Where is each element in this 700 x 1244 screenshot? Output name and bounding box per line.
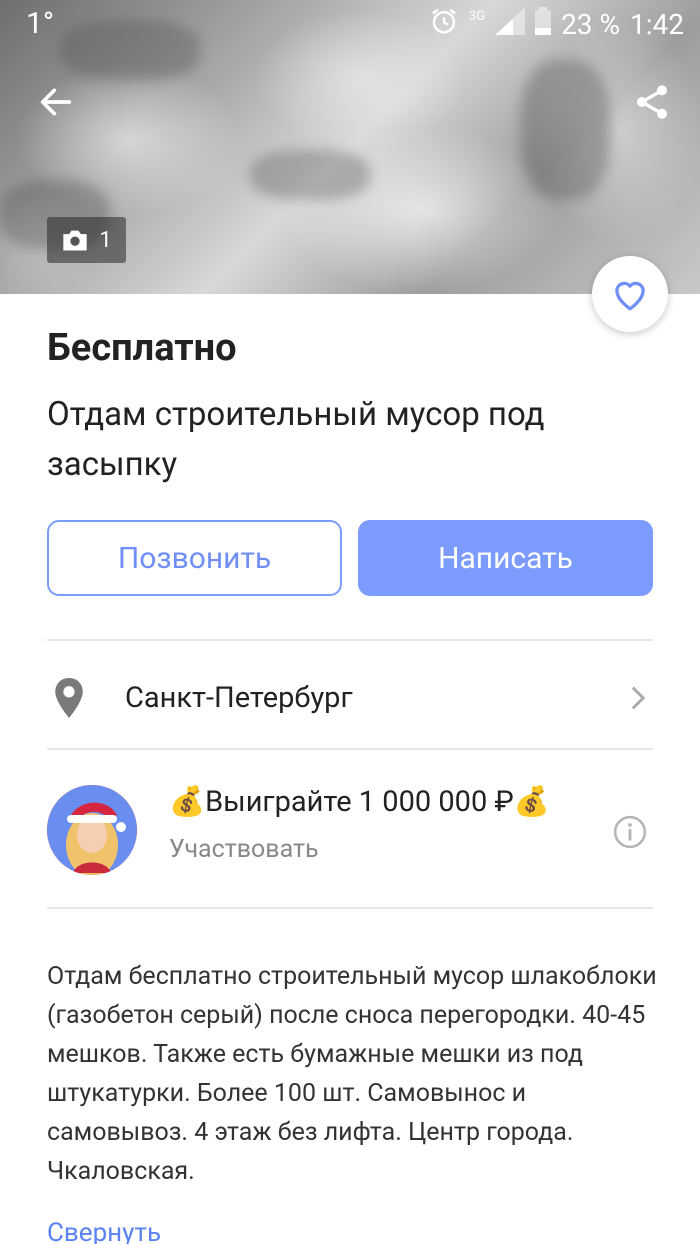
photo-count: 1: [99, 227, 112, 253]
battery-level: 23 %: [561, 8, 620, 41]
promo-banner[interactable]: 💰Выиграйте 1 000 000 ₽💰 Участвовать: [47, 780, 653, 880]
share-button[interactable]: [632, 82, 672, 122]
chevron-right-icon: [623, 685, 653, 711]
camera-icon: [63, 230, 87, 251]
photo-shadow: [250, 150, 370, 200]
listing-title: Отдам строительный мусор под засыпку: [47, 395, 545, 484]
heart-icon: [615, 281, 645, 311]
favorite-button[interactable]: [592, 256, 668, 332]
divider: [47, 639, 653, 641]
photo-shadow: [520, 60, 610, 200]
promo-participate-link[interactable]: Участвовать: [169, 835, 319, 864]
share-icon: [637, 85, 667, 119]
collapse-description-link[interactable]: Свернуть: [47, 1218, 161, 1244]
signal-icon: [495, 7, 526, 42]
listing-photo[interactable]: 1° 3G 23 % 1:42 1: [0, 0, 700, 294]
arrow-back-icon: [40, 88, 72, 116]
avatar: [47, 785, 137, 875]
location-city: Санкт-Петербург: [125, 681, 353, 715]
back-button[interactable]: [36, 82, 76, 122]
location-pin-icon: [47, 678, 91, 718]
info-icon[interactable]: [613, 815, 647, 849]
network-type: 3G: [468, 9, 486, 24]
temperature: 1°: [26, 6, 55, 41]
location-row[interactable]: Санкт-Петербург: [47, 656, 653, 740]
listing-description: Отдам бесплатно строительный мусор шлако…: [47, 962, 657, 1186]
photo-count-badge: 1: [47, 217, 126, 263]
divider: [47, 907, 653, 909]
clock: 1:42: [630, 8, 684, 41]
message-button[interactable]: Написать: [358, 520, 653, 596]
call-button[interactable]: Позвонить: [47, 520, 342, 596]
alarm-icon: [429, 6, 459, 43]
divider: [47, 748, 653, 750]
status-bar: 1° 3G 23 % 1:42: [0, 0, 700, 48]
listing-price: Бесплатно: [47, 326, 237, 370]
battery-icon: [535, 7, 552, 42]
promo-headline: 💰Выиграйте 1 000 000 ₽💰: [169, 785, 550, 819]
